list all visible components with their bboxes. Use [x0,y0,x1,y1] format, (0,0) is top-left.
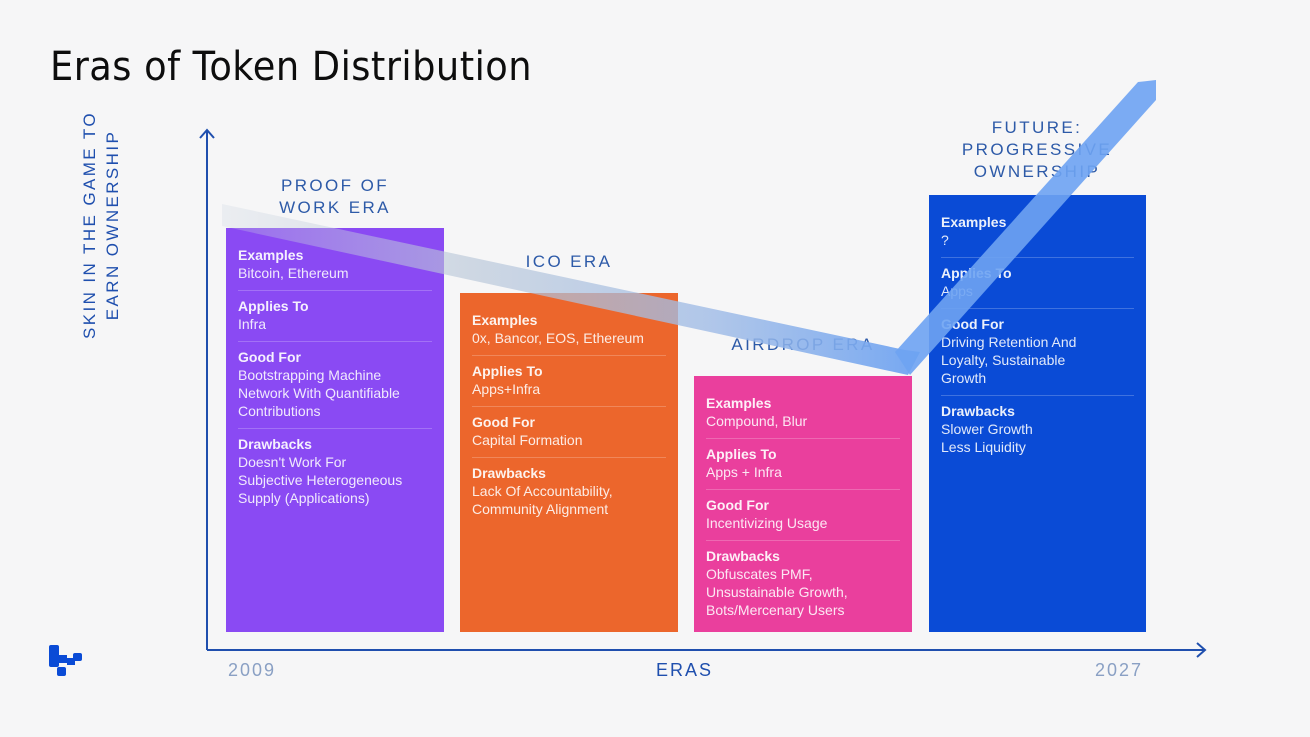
section-good-for: Good For Bootstrapping Machine Network Wi… [238,342,432,429]
section-heading: Good For [941,316,1004,332]
section-value: Capital Formation [472,432,583,448]
section-examples: Examples Bitcoin, Ethereum [238,240,432,291]
x-axis-label: ERAS [656,660,714,680]
section-value: 0x, Bancor, EOS, Ethereum [472,330,644,346]
era-box-future: Examples? Applies To Apps Good For Driving… [929,195,1146,632]
section-applies-to: Applies To Apps+Infra [472,356,666,407]
section-good-for: Good For Driving Retention And Loyalty, S… [941,309,1134,396]
section-value: Doesn't Work For Subjective Heterogeneou… [238,454,403,506]
section-examples: Examples Compound, Blur [706,388,900,439]
section-heading: Drawbacks [472,465,546,481]
section-heading: Drawbacks [706,548,780,564]
section-heading: Applies To [238,298,309,314]
section-value: Slower Growth Less Liquidity [941,421,1033,455]
section-value: Apps + Infra [706,464,782,480]
section-applies-to: Applies To Apps + Infra [706,439,900,490]
section-value: Lack Of Accountability, Community Alignm… [472,483,613,517]
section-heading: Applies To [472,363,543,379]
section-value: Infra [238,316,267,332]
era-label-ico: ICO ERA [525,252,613,271]
era-box-pow: Examples Bitcoin, Ethereum Applies To Infr… [226,228,444,632]
section-heading: Applies To [706,446,777,462]
section-value: Bootstrapping Machine Network With Quant… [238,367,400,419]
section-applies-to: Applies To Apps [941,258,1134,309]
y-axis-label: SKIN IN THE GAME TO EARN OWNERSHIP [80,111,122,339]
section-heading: Examples [472,312,538,328]
section-value: ? [941,232,949,248]
section-good-for: Good For Incentivizing Usage [706,490,900,541]
era-label-pow: PROOF OF WORK ERA [279,176,391,217]
brand-logo-icon [49,645,82,676]
section-heading: Good For [706,497,769,513]
section-heading: Applies To [941,265,1012,281]
section-heading: Drawbacks [238,436,312,452]
section-value: Compound, Blur [706,413,808,429]
era-box-ico: Examples 0x, Bancor, EOS, Ethereum Applie… [460,293,678,632]
section-examples: Examples? [941,207,1134,258]
section-drawbacks: Drawbacks Slower Growth Less Liquidity [941,396,1134,464]
section-applies-to: Applies To Infra [238,291,432,342]
era-label-airdrop: AIRDROP ERA [731,335,875,354]
section-drawbacks: Drawbacks Obfuscates PMF, Unsustainable G… [706,541,900,627]
section-value: Driving Retention And Loyalty, Sustainab… [941,334,1077,386]
era-box-airdrop: Examples Compound, Blur Applies To Apps + … [694,376,912,632]
section-value: Incentivizing Usage [706,515,828,531]
section-value: Obfuscates PMF, Unsustainable Growth, Bo… [706,566,848,618]
section-value: Apps [941,283,973,299]
section-good-for: Good For Capital Formation [472,407,666,458]
section-heading: Good For [472,414,535,430]
section-heading: Examples [706,395,772,411]
section-heading: Examples [941,214,1007,230]
section-examples: Examples 0x, Bancor, EOS, Ethereum [472,305,666,356]
section-heading: Drawbacks [941,403,1015,419]
era-label-future: FUTURE: PROGRESSIVE OWNERSHIP [961,118,1113,181]
section-value: Bitcoin, Ethereum [238,265,349,281]
section-drawbacks: Drawbacks Lack Of Accountability, Communi… [472,458,666,526]
x-tick-end: 2027 [1095,660,1144,680]
section-drawbacks: Drawbacks Doesn't Work For Subjective Het… [238,429,432,515]
section-heading: Examples [238,247,304,263]
section-value: Apps+Infra [472,381,541,397]
section-heading: Good For [238,349,301,365]
x-tick-start: 2009 [228,660,277,680]
